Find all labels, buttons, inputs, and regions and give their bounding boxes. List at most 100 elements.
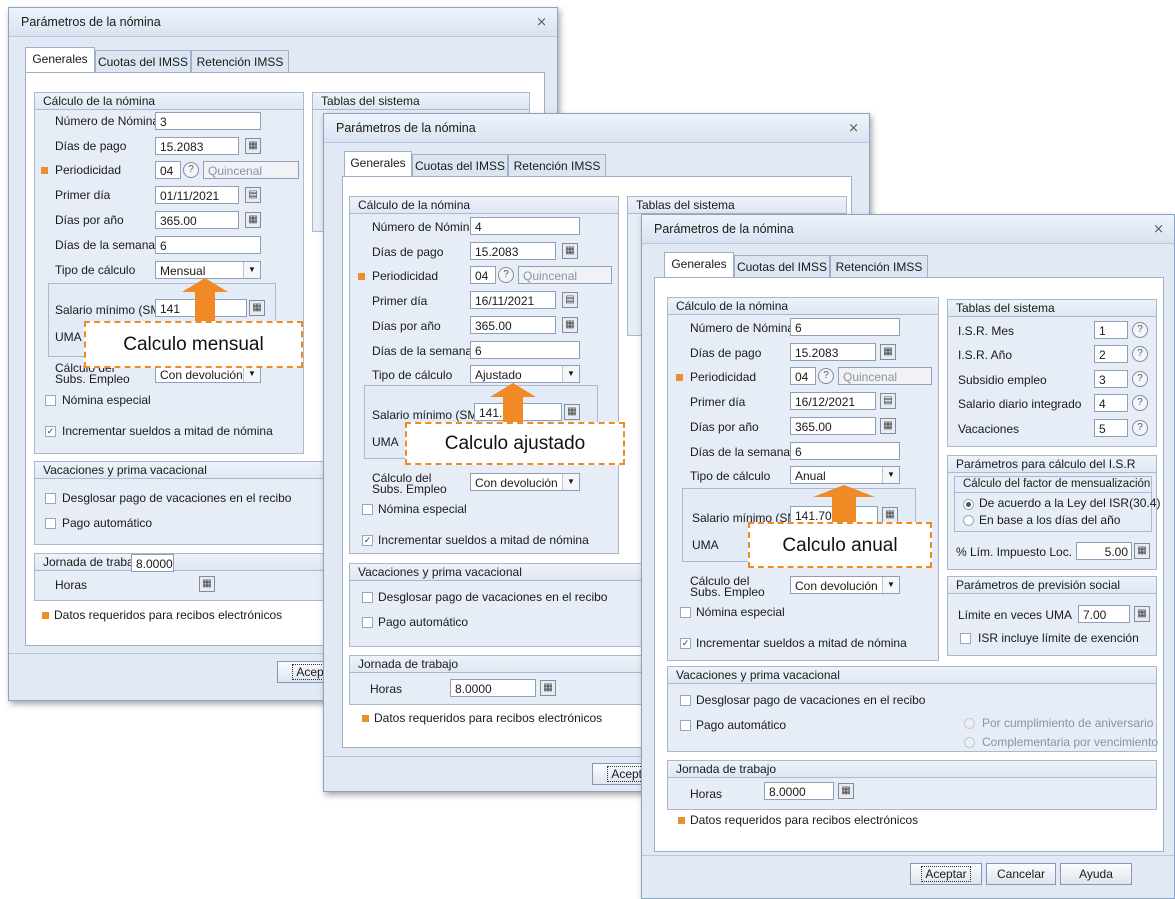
numero-input[interactable]: 4 <box>470 217 580 235</box>
horas-input[interactable]: 8.0000 <box>450 679 536 697</box>
help-icon[interactable]: ? <box>183 162 199 178</box>
tabla-sdi-input[interactable]: 4 <box>1094 394 1128 412</box>
complementaria-radio[interactable] <box>964 737 975 748</box>
numero-input[interactable]: 3 <box>155 112 261 130</box>
isr-incluye-checkbox[interactable] <box>960 633 971 644</box>
periodicidad-code-input[interactable]: 04 <box>470 266 496 284</box>
dias-anio-input[interactable]: 365.00 <box>155 211 239 229</box>
tab-generales[interactable]: Generales <box>344 151 412 176</box>
chevron-down-icon[interactable]: ▼ <box>882 577 899 593</box>
tabla-vacaciones-input[interactable]: 5 <box>1094 419 1128 437</box>
calendar-icon[interactable]: ▤ <box>562 292 578 308</box>
primer-dia-input[interactable]: 16/11/2021 <box>470 291 556 309</box>
tab-cuotas-imss[interactable]: Cuotas del IMSS <box>95 50 191 72</box>
calculator-icon[interactable]: ▦ <box>245 138 261 154</box>
lim-impuesto-input[interactable]: 5.00 <box>1076 542 1132 560</box>
pago-automatico-checkbox[interactable] <box>362 617 373 628</box>
horas-input[interactable]: 8.0000 <box>764 782 834 800</box>
periodicidad-code-input[interactable]: 04 <box>155 161 181 179</box>
tabla-isr-mes-input[interactable]: 1 <box>1094 321 1128 339</box>
close-icon[interactable]: ⨯ <box>536 14 547 30</box>
calculator-icon[interactable]: ▦ <box>1134 543 1150 559</box>
numero-input[interactable]: 6 <box>790 318 900 336</box>
dias-anio-input[interactable]: 365.00 <box>790 417 876 435</box>
calendar-icon[interactable]: ▤ <box>245 187 261 203</box>
factor-box: Cálculo del factor de mensualización De … <box>954 476 1160 532</box>
subs-empleo-select[interactable]: Con devolución ▼ <box>790 576 900 594</box>
chevron-down-icon[interactable]: ▼ <box>882 467 899 483</box>
tabla-subsidio-input[interactable]: 3 <box>1094 370 1128 388</box>
tab-retencion-imss[interactable]: Retención IMSS <box>191 50 289 72</box>
chevron-down-icon[interactable]: ▼ <box>243 262 260 278</box>
dias-semana-input[interactable]: 6 <box>790 442 900 460</box>
dias-semana-input[interactable]: 6 <box>470 341 580 359</box>
dias-pago-input[interactable]: 15.2083 <box>470 242 556 260</box>
dias-pago-input[interactable]: 15.2083 <box>790 343 876 361</box>
nomina-especial-checkbox[interactable] <box>45 395 56 406</box>
incrementar-checkbox[interactable]: ✓ <box>45 426 56 437</box>
aniversario-radio[interactable] <box>964 718 975 729</box>
tab-cuotas-imss[interactable]: Cuotas del IMSS <box>412 154 508 176</box>
aceptar-button[interactable]: Aceptar <box>910 863 982 885</box>
incrementar-checkbox[interactable]: ✓ <box>680 638 691 649</box>
desglosar-checkbox[interactable] <box>45 493 56 504</box>
help-icon[interactable]: ? <box>1132 420 1148 436</box>
chevron-down-icon[interactable]: ▼ <box>562 474 579 490</box>
calculator-icon[interactable]: ▦ <box>880 418 896 434</box>
dias-semana-input[interactable]: 6 <box>155 236 261 254</box>
calculator-icon[interactable]: ▦ <box>562 317 578 333</box>
help-icon[interactable]: ? <box>818 368 834 384</box>
tab-retencion-imss[interactable]: Retención IMSS <box>508 154 606 176</box>
pago-automatico-checkbox[interactable] <box>680 720 691 731</box>
tab-generales[interactable]: Generales <box>664 252 734 277</box>
tipo-calculo-select[interactable]: Mensual ▼ <box>155 261 261 279</box>
calculator-icon[interactable]: ▦ <box>882 507 898 523</box>
help-icon[interactable]: ? <box>1132 395 1148 411</box>
desglosar-checkbox[interactable] <box>680 695 691 706</box>
dias-pago-input[interactable]: 15.2083 <box>155 137 239 155</box>
calculator-icon[interactable]: ▦ <box>245 212 261 228</box>
title-bar: Parámetros de la nómina ⨯ <box>642 215 1174 244</box>
primer-dia-input[interactable]: 16/12/2021 <box>790 392 876 410</box>
calculator-icon[interactable]: ▦ <box>1134 606 1150 622</box>
cancelar-button[interactable]: Cancelar <box>986 863 1056 885</box>
incrementar-checkbox[interactable]: ✓ <box>362 535 373 546</box>
tab-generales[interactable]: Generales <box>25 47 95 72</box>
calculo-group: Cálculo de la nómina Número de Nómina 3 … <box>34 92 304 454</box>
desglosar-checkbox[interactable] <box>362 592 373 603</box>
tipo-calculo-select[interactable]: Ajustado ▼ <box>470 365 580 383</box>
calendar-icon[interactable]: ▤ <box>880 393 896 409</box>
calculator-icon[interactable]: ▦ <box>562 243 578 259</box>
calculator-icon[interactable]: ▦ <box>199 576 215 592</box>
limite-uma-input[interactable]: 7.00 <box>1078 605 1130 623</box>
factor-ley-radio[interactable] <box>963 499 974 510</box>
help-icon[interactable]: ? <box>1132 371 1148 387</box>
periodicidad-code-input[interactable]: 04 <box>790 367 816 385</box>
close-icon[interactable]: ⨯ <box>848 120 859 136</box>
tipo-calculo-select[interactable]: Anual ▼ <box>790 466 900 484</box>
nomina-especial-checkbox[interactable] <box>362 504 373 515</box>
help-icon[interactable]: ? <box>498 267 514 283</box>
tabla-isr-anio-input[interactable]: 2 <box>1094 345 1128 363</box>
pago-automatico-checkbox[interactable] <box>45 518 56 529</box>
calculator-icon[interactable]: ▦ <box>564 404 580 420</box>
chevron-down-icon[interactable]: ▼ <box>562 366 579 382</box>
primer-dia-input[interactable]: 01/11/2021 <box>155 186 239 204</box>
tab-cuotas-imss[interactable]: Cuotas del IMSS <box>734 255 830 277</box>
horas-input[interactable]: 8.0000 <box>131 554 174 572</box>
help-icon[interactable]: ? <box>1132 322 1148 338</box>
close-icon[interactable]: ⨯ <box>1153 221 1164 237</box>
calculator-icon[interactable]: ▦ <box>249 300 265 316</box>
calculator-icon[interactable]: ▦ <box>880 344 896 360</box>
help-icon[interactable]: ? <box>1132 346 1148 362</box>
subs-empleo-select[interactable]: Con devolución ▼ <box>470 473 580 491</box>
factor-dias-radio[interactable] <box>963 515 974 526</box>
dias-anio-input[interactable]: 365.00 <box>470 316 556 334</box>
calculator-icon[interactable]: ▦ <box>838 783 854 799</box>
desglosar-label: Desglosar pago de vacaciones en el recib… <box>62 491 292 505</box>
calculator-icon[interactable]: ▦ <box>540 680 556 696</box>
nomina-especial-checkbox[interactable] <box>680 607 691 618</box>
ayuda-button[interactable]: Ayuda <box>1060 863 1132 885</box>
tab-retencion-imss[interactable]: Retención IMSS <box>830 255 928 277</box>
chevron-down-icon[interactable]: ▼ <box>243 366 260 382</box>
